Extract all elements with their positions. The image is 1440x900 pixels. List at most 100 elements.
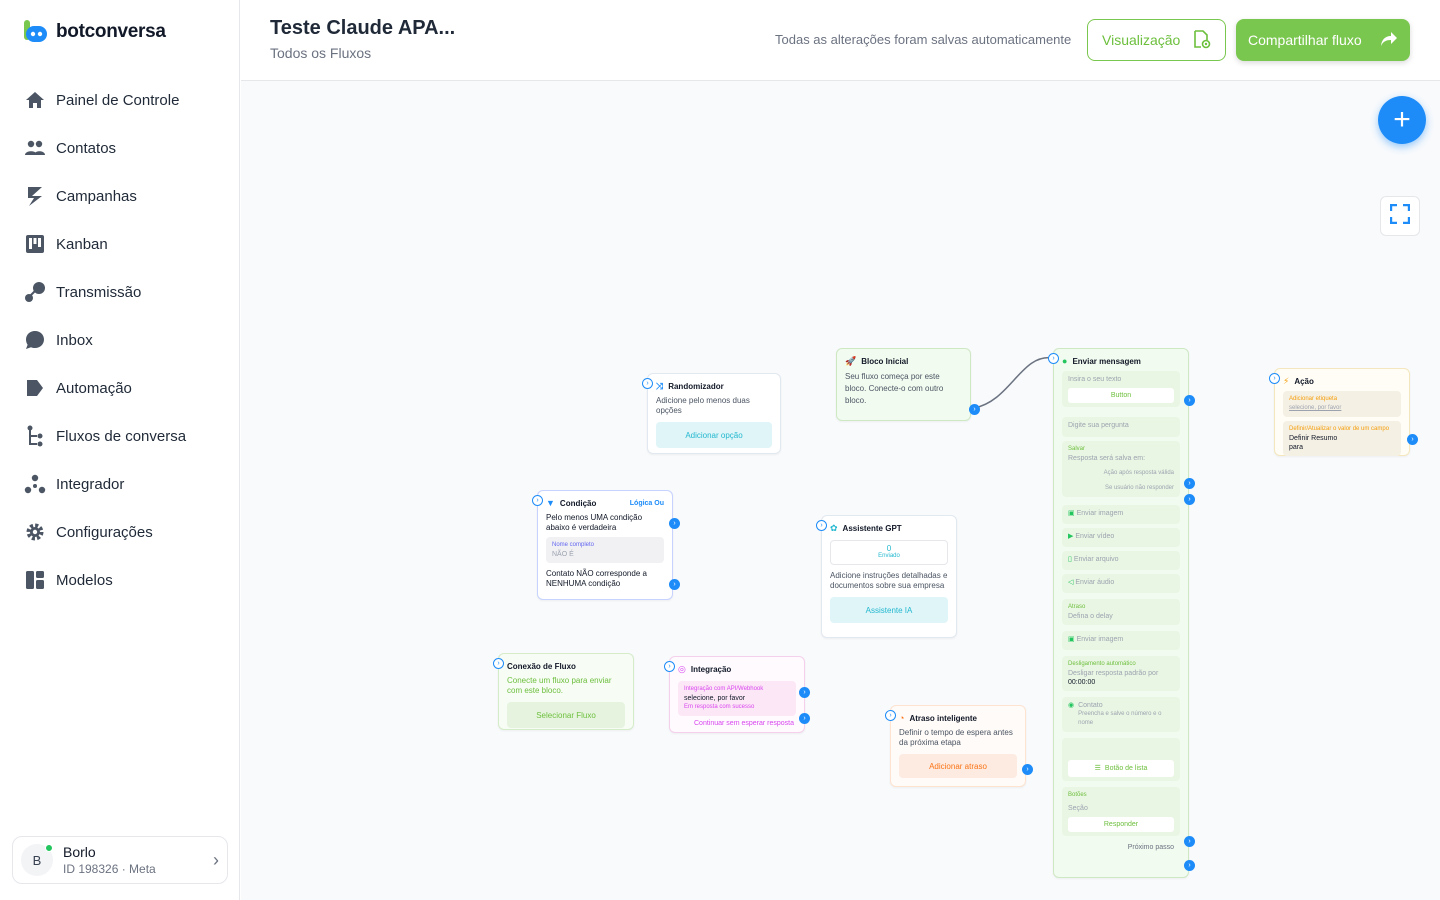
sidebar-item-kanban[interactable]: Kanban bbox=[24, 220, 224, 268]
output-port[interactable]: › bbox=[1022, 764, 1033, 775]
sidebar-item-settings[interactable]: Configurações bbox=[24, 508, 224, 556]
condition-block[interactable]: › ▼ Condição Lógica Ou Pelo menos UMA con… bbox=[532, 490, 680, 600]
sidebar-item-label: Automação bbox=[56, 379, 132, 397]
auto-off-row[interactable]: Desligamento automático Desligar respost… bbox=[1062, 656, 1180, 691]
sidebar-item-flows[interactable]: Fluxos de conversa bbox=[24, 412, 224, 460]
send-image-row-2[interactable]: ▣ Enviar imagem bbox=[1062, 631, 1180, 650]
file-icon: ▯ bbox=[1068, 556, 1072, 563]
account-switcher[interactable]: B Borlo ID 198326 · Meta › bbox=[12, 836, 228, 884]
flow-connection-block[interactable]: › Conexão de Fluxo Conecte um fluxo para… bbox=[493, 653, 634, 730]
image-icon: ▣ bbox=[1068, 510, 1075, 517]
sidebar-item-templates[interactable]: Modelos bbox=[24, 556, 224, 604]
contact-label: Contato bbox=[1078, 702, 1103, 709]
output-port-noreply[interactable]: › bbox=[1184, 494, 1195, 505]
sent-counter: 0 Enviado bbox=[830, 540, 948, 565]
broadcast-icon bbox=[24, 281, 46, 303]
section-label: Seção bbox=[1068, 805, 1088, 812]
contact-row[interactable]: ◉ Contato Preencha e salve o número e o … bbox=[1062, 697, 1180, 732]
page-title[interactable]: Teste Claude APA... bbox=[270, 17, 455, 40]
question-input[interactable]: Digite sua pergunta bbox=[1062, 417, 1180, 437]
sidebar: botconversa Painel de Controle Contatos … bbox=[0, 0, 240, 900]
output-port-button[interactable]: › bbox=[1184, 395, 1195, 406]
delay-row[interactable]: Atraso Defina o delay bbox=[1062, 599, 1180, 625]
condition-item[interactable]: Nome completo NÃO É bbox=[546, 537, 664, 563]
video-icon: ▶ bbox=[1068, 533, 1074, 540]
preview-button[interactable]: Visualização bbox=[1087, 19, 1226, 61]
templates-icon bbox=[24, 569, 46, 591]
input-port[interactable]: › bbox=[642, 378, 653, 389]
sidebar-item-inbox[interactable]: Inbox bbox=[24, 316, 224, 364]
message-button[interactable]: Button bbox=[1068, 388, 1174, 403]
share-flow-button[interactable]: Compartilhar fluxo bbox=[1236, 19, 1410, 61]
ai-assistant-button[interactable]: Assistente IA bbox=[830, 597, 948, 623]
input-port[interactable]: › bbox=[1269, 373, 1280, 384]
block-header: ⤨ Randomizador bbox=[648, 374, 780, 392]
sidebar-item-label: Painel de Controle bbox=[56, 91, 180, 109]
account-info: Borlo ID 198326 · Meta bbox=[63, 844, 213, 876]
gpt-assistant-block[interactable]: › ✿ Assistente GPT 0 Enviado Adicione ins… bbox=[816, 515, 957, 638]
webhook-config[interactable]: Integração com API/Webhook selecione, po… bbox=[678, 681, 796, 716]
online-status-indicator bbox=[45, 844, 53, 852]
output-port-next[interactable]: › bbox=[1184, 860, 1195, 871]
sidebar-item-broadcast[interactable]: Transmissão bbox=[24, 268, 224, 316]
integrator-icon bbox=[24, 473, 46, 495]
message-text-row[interactable]: Insira o seu texto Button bbox=[1062, 371, 1180, 407]
sidebar-item-label: Contatos bbox=[56, 139, 117, 157]
block-title: Integração bbox=[690, 664, 732, 674]
preview-icon bbox=[1191, 29, 1211, 52]
output-port-valid[interactable]: › bbox=[1184, 478, 1195, 489]
integration-block[interactable]: › ◎ Integração Integração com API/Webhook… bbox=[664, 656, 810, 733]
brand-logo[interactable]: botconversa bbox=[24, 20, 166, 44]
input-port[interactable]: › bbox=[493, 658, 504, 669]
flow-canvas[interactable]: + › ⤨ Randomizador Adicione pelo menos du… bbox=[241, 81, 1440, 900]
automation-icon bbox=[24, 377, 46, 399]
sidebar-item-dashboard[interactable]: Painel de Controle bbox=[24, 76, 224, 124]
connection-lines bbox=[973, 357, 1054, 409]
save-response-row[interactable]: Salvar Resposta será salva em: Ação após… bbox=[1062, 441, 1180, 497]
output-port-success[interactable]: › bbox=[799, 687, 810, 698]
reply-button[interactable]: Responder bbox=[1068, 817, 1174, 832]
start-block[interactable]: 🚀 Bloco Inicial Seu fluxo começa por este… bbox=[836, 348, 980, 421]
sidebar-item-contacts[interactable]: Contatos bbox=[24, 124, 224, 172]
logic-badge[interactable]: Lógica Ou bbox=[630, 500, 664, 507]
block-title: Enviar mensagem bbox=[1072, 356, 1141, 366]
input-port[interactable]: › bbox=[532, 495, 543, 506]
fullscreen-button[interactable] bbox=[1380, 196, 1420, 236]
output-port-false[interactable]: › bbox=[669, 579, 680, 590]
input-port[interactable]: › bbox=[664, 661, 675, 672]
list-button[interactable]: ☰ Botão de lista bbox=[1068, 760, 1174, 777]
app-window: botconversa Painel de Controle Contatos … bbox=[0, 0, 1440, 900]
send-audio-row[interactable]: ◁ Enviar áudio bbox=[1062, 574, 1180, 593]
delay-label: Atraso bbox=[1068, 604, 1086, 610]
add-delay-button[interactable]: Adicionar atraso bbox=[899, 754, 1017, 778]
buttons-row[interactable]: Botões Seção Responder bbox=[1062, 787, 1180, 836]
action-block[interactable]: › ⚡ Ação Adicionar etiqueta selecione, po… bbox=[1269, 368, 1418, 456]
select-flow-button[interactable]: Selecionar Fluxo bbox=[507, 702, 625, 728]
input-port[interactable]: › bbox=[816, 520, 827, 531]
sidebar-item-campaigns[interactable]: Campanhas bbox=[24, 172, 224, 220]
input-port[interactable]: › bbox=[885, 710, 896, 721]
breadcrumb[interactable]: Todos os Fluxos bbox=[270, 45, 371, 61]
set-field-label: Definir/Atualizar o valor de um campo bbox=[1289, 426, 1390, 432]
sidebar-item-integrator[interactable]: Integrador bbox=[24, 460, 224, 508]
add-option-button[interactable]: Adicionar opção bbox=[656, 422, 772, 448]
add-block-button[interactable]: + bbox=[1378, 96, 1426, 144]
output-port-continue[interactable]: › bbox=[799, 713, 810, 724]
smart-delay-block[interactable]: › ◔ Atraso inteligente Definir o tempo de… bbox=[885, 705, 1033, 787]
output-port-true[interactable]: › bbox=[669, 518, 680, 529]
input-port[interactable]: › bbox=[1048, 353, 1059, 364]
set-field-action[interactable]: Definir/Atualizar o valor de um campo De… bbox=[1283, 421, 1401, 456]
send-image-row[interactable]: ▣ Enviar imagem bbox=[1062, 505, 1180, 524]
send-file-row[interactable]: ▯ Enviar arquivo bbox=[1062, 551, 1180, 570]
block-title: Bloco Inicial bbox=[861, 356, 909, 366]
send-video-row[interactable]: ▶ Enviar vídeo bbox=[1062, 528, 1180, 547]
add-tag-action[interactable]: Adicionar etiqueta selecione, por favor bbox=[1283, 391, 1401, 417]
send-message-block[interactable]: › ● Enviar mensagem Insira o seu texto Bu… bbox=[1048, 348, 1195, 878]
list-button-row[interactable]: ☰ Botão de lista bbox=[1062, 738, 1180, 781]
sidebar-item-automation[interactable]: Automação bbox=[24, 364, 224, 412]
shuffle-icon: ⤨ bbox=[656, 380, 664, 391]
output-port[interactable]: › bbox=[969, 404, 980, 415]
output-port-reply[interactable]: › bbox=[1184, 836, 1195, 847]
output-port[interactable]: › bbox=[1407, 434, 1418, 445]
randomizer-block[interactable]: › ⤨ Randomizador Adicione pelo menos duas… bbox=[642, 373, 781, 454]
